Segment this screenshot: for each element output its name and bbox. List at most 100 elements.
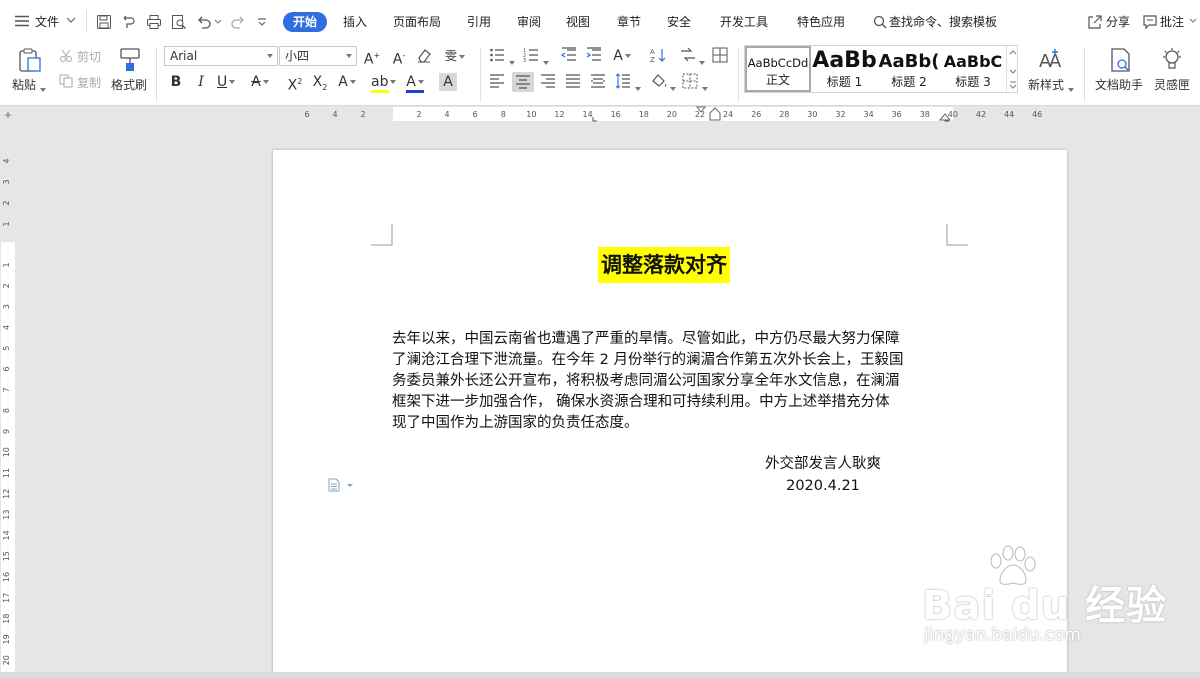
date-line[interactable]: 2020.4.21	[673, 475, 973, 497]
share-button[interactable]: 分享	[1106, 13, 1130, 31]
tab-chapter[interactable]: 章节	[617, 13, 641, 31]
cut-button[interactable]: 剪切	[77, 48, 101, 65]
new-style-dropdown-icon[interactable]	[1066, 82, 1074, 96]
tab-references[interactable]: 引用	[467, 13, 491, 31]
ruler-tick-label: 16	[611, 110, 621, 119]
signature-line[interactable]: 外交部发言人耿爽	[653, 454, 993, 475]
copy-button[interactable]: 复制	[77, 74, 101, 91]
horizontal-scrollbar[interactable]	[0, 672, 1200, 678]
subscript-icon[interactable]: X2	[311, 73, 329, 92]
search-icon[interactable]	[873, 15, 887, 29]
comment-dropdown-icon[interactable]	[1189, 18, 1197, 24]
redo-icon[interactable]	[230, 14, 246, 30]
chevron-down-icon[interactable]	[66, 16, 76, 24]
style-heading-2[interactable]: AaBb( 标题 2	[877, 46, 941, 92]
style-normal-label: 正文	[765, 73, 790, 87]
new-style-icon[interactable]: AA	[1038, 47, 1062, 71]
format-painter-button[interactable]: 格式刷	[111, 76, 147, 93]
superscript-icon[interactable]: X2	[286, 73, 304, 94]
paste-icon[interactable]	[17, 47, 43, 73]
hamburger-icon[interactable]	[14, 15, 30, 27]
doc-assistant-icon[interactable]	[1108, 47, 1132, 73]
table-grid-icon[interactable]	[712, 47, 730, 65]
numbering-dropdown-icon[interactable]	[541, 55, 549, 69]
marks-dropdown-icon[interactable]	[697, 55, 705, 69]
paragraph-options-icon[interactable]	[327, 478, 355, 492]
tab-page-layout[interactable]: 页面布局	[393, 13, 441, 31]
file-menu[interactable]: 文件	[35, 13, 59, 31]
style-heading-1[interactable]: AaBb 标题 1	[812, 46, 877, 92]
increase-indent-icon[interactable]	[585, 47, 603, 65]
font-size-select[interactable]: 小四	[279, 46, 357, 66]
undo-icon[interactable]	[196, 14, 212, 30]
show-hide-marks-icon[interactable]	[679, 47, 697, 65]
highlight-color-icon[interactable]: ab	[371, 73, 397, 93]
print-preview-icon[interactable]	[171, 14, 187, 30]
bullets-icon[interactable]	[489, 47, 507, 65]
new-style-button[interactable]: 新样式	[1028, 76, 1064, 93]
borders-icon[interactable]	[682, 73, 700, 91]
tab-security[interactable]: 安全	[667, 13, 691, 31]
character-shading-icon[interactable]: A	[439, 73, 457, 91]
inspiration-button[interactable]: 灵感匣	[1154, 76, 1190, 93]
shading-dropdown-icon[interactable]	[668, 81, 676, 95]
tab-insert[interactable]: 插入	[343, 13, 367, 31]
print-icon[interactable]	[146, 14, 162, 30]
customize-toolbar-icon[interactable]	[257, 17, 267, 27]
decrease-indent-icon[interactable]	[560, 47, 578, 65]
chinese-layout-icon[interactable]: A	[613, 47, 631, 65]
horizontal-ruler[interactable]: 6 4 2 2 4 6 8 10 12 14 16 18 20 22 24 26 28 30 32 34 36 38 40 4…	[0, 106, 1200, 122]
tab-home[interactable]: 开始	[283, 12, 328, 32]
strikethrough-icon[interactable]: A	[251, 73, 269, 91]
font-name-select[interactable]: Arial	[164, 46, 278, 66]
tab-review[interactable]: 审阅	[517, 13, 541, 31]
vertical-ruler[interactable]: 4 3 2 1 1 2 3 4 5 6 7 8 9 10 11 12 13 14 15 16 17 18 19 20	[0, 122, 16, 678]
pinyin-guide-icon[interactable]: 雯	[445, 47, 466, 65]
borders-dropdown-icon[interactable]	[700, 81, 708, 95]
clear-format-icon[interactable]	[416, 47, 434, 65]
bullets-dropdown-icon[interactable]	[507, 55, 515, 69]
shading-icon[interactable]	[650, 73, 668, 91]
command-search[interactable]: 查找命令、搜索模板	[889, 13, 997, 31]
numbering-icon[interactable]: 123	[523, 47, 541, 65]
ruler-tick-label: 6	[304, 110, 309, 119]
text-effect-icon[interactable]: A	[338, 73, 356, 91]
justify-icon[interactable]	[565, 73, 583, 91]
comment-icon[interactable]	[1142, 14, 1158, 30]
style-heading-3[interactable]: AaBbC 标题 3	[941, 46, 1005, 92]
italic-icon[interactable]: I	[192, 73, 210, 91]
paste-button[interactable]: 粘贴	[12, 76, 36, 93]
align-right-icon[interactable]	[540, 73, 558, 91]
tab-special-apps[interactable]: 特色应用	[797, 13, 845, 31]
distributed-align-icon[interactable]	[590, 73, 608, 91]
bold-icon[interactable]: B	[167, 73, 185, 91]
cloud-save-icon[interactable]	[121, 14, 137, 30]
align-left-icon[interactable]	[489, 73, 507, 91]
increase-font-size-icon[interactable]: A+	[363, 47, 381, 68]
align-center-icon[interactable]	[512, 72, 534, 92]
doc-assistant-button[interactable]: 文档助手	[1095, 76, 1143, 93]
copy-icon[interactable]	[59, 74, 73, 88]
ruler-tick-label: 34	[864, 110, 874, 119]
font-color-icon[interactable]: A	[406, 73, 424, 93]
undo-dropdown-icon[interactable]	[214, 19, 222, 25]
tab-view[interactable]: 视图	[566, 13, 590, 31]
sort-icon[interactable]: AZ	[650, 47, 668, 65]
tab-developer[interactable]: 开发工具	[720, 13, 768, 31]
ruler-tick-label: 16	[2, 572, 11, 582]
comment-button[interactable]: 批注	[1160, 13, 1184, 31]
format-painter-icon[interactable]	[118, 47, 142, 73]
share-icon[interactable]	[1087, 14, 1103, 30]
document-body[interactable]: 去年以来，中国云南省也遭遇了严重的旱情。尽管如此，中方仍尽最大努力保障 了澜沧江…	[392, 329, 947, 434]
line-spacing-icon[interactable]	[615, 73, 633, 91]
lightbulb-icon[interactable]	[1160, 47, 1184, 73]
line-spacing-dropdown-icon[interactable]	[633, 81, 641, 95]
style-normal[interactable]: AaBbCcDd 正文	[745, 46, 811, 92]
decrease-font-size-icon[interactable]: A-	[390, 47, 408, 68]
save-icon[interactable]	[96, 14, 112, 30]
document-title[interactable]: 调整落款对齐	[598, 247, 730, 283]
paste-dropdown-icon[interactable]	[38, 82, 46, 96]
underline-icon[interactable]: U	[217, 73, 236, 91]
style-gallery-scroll[interactable]	[1006, 46, 1018, 92]
cut-icon[interactable]	[59, 49, 73, 63]
